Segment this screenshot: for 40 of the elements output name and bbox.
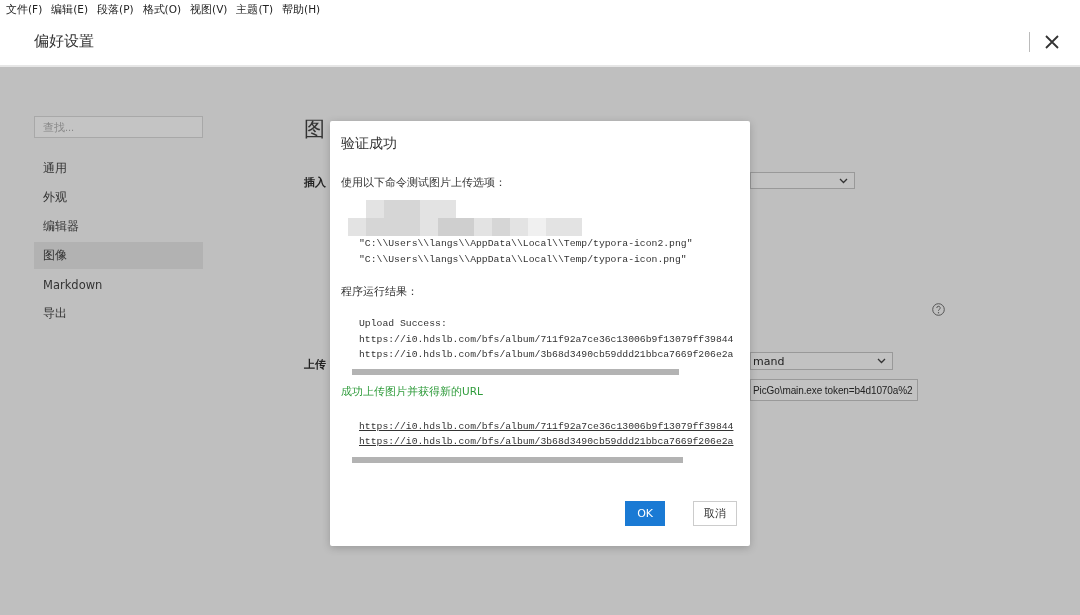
menu-item[interactable]: 编辑(E) — [51, 3, 89, 17]
setting-label: 上传 — [304, 357, 327, 372]
dialog-button[interactable]: 取消 — [693, 500, 737, 526]
horizontal-scrollbar[interactable] — [352, 456, 683, 463]
help-icon[interactable] — [932, 303, 945, 316]
code-line: https://i0.hdslb.com/bfs/album/711f92a7ce36c13006b9f13079ff39844 — [359, 332, 735, 347]
url-link[interactable]: https://i0.hdslb.com/bfs/album/3b68d3490cb59ddd21bbca7669f206e2a — [359, 434, 739, 450]
close-button[interactable] — [1044, 33, 1060, 50]
menu-item[interactable]: 主题(T) — [236, 3, 274, 17]
code-line: "C:\\Users\\langs\\AppData\\Local\\Temp/typora-icon.png" — [359, 252, 688, 267]
sidebar-item[interactable]: 外观 — [34, 184, 203, 211]
sidebar-item[interactable]: 图像 — [34, 242, 203, 269]
menu-item[interactable]: 视图(V) — [190, 3, 228, 17]
code-line: Upload Success: — [359, 317, 448, 331]
success-message: 成功上传图片并获得新的URL — [341, 384, 484, 399]
section-heading: 图 — [304, 116, 326, 142]
menu-item[interactable]: 文件(F) — [6, 3, 43, 17]
sidebar-item[interactable]: 导出 — [34, 300, 203, 327]
command-field[interactable]: PicGo\main.exe token=b4d1070a%2 — [750, 379, 918, 401]
dialog-title: 验证成功 — [341, 135, 398, 153]
sidebar-item[interactable]: 编辑器 — [34, 213, 203, 240]
code-line: "C:\\Users\\langs\\AppData\\Local\\Temp/typora-icon2.png" — [359, 237, 694, 251]
chevron-down-icon — [877, 358, 886, 364]
url-link[interactable]: https://i0.hdslb.com/bfs/album/711f92a7ce36c13006b9f13079ff39844 — [359, 418, 739, 434]
menu-item[interactable]: 帮助(H) — [282, 3, 321, 17]
horizontal-scrollbar[interactable] — [352, 368, 679, 375]
menu-item[interactable]: 格式(O) — [142, 3, 182, 17]
dropdown[interactable]: mand — [750, 352, 893, 370]
sidebar-item[interactable]: 通用 — [34, 155, 203, 182]
chevron-down-icon — [839, 177, 848, 184]
prompt-text: 使用以下命令测试图片上传选项： — [341, 176, 507, 190]
dialog-button[interactable]: OK — [625, 500, 665, 526]
result-label: 程序运行结果： — [341, 285, 419, 299]
setting-label: 插入 — [304, 175, 327, 190]
code-line: https://i0.hdslb.com/bfs/album/3b68d3490cb59ddd21bbca7669f206e2a — [359, 348, 735, 362]
search-field[interactable]: 查找... — [34, 116, 203, 138]
window-title: 偏好设置 — [34, 32, 95, 51]
sidebar-item[interactable]: Markdown — [34, 271, 203, 298]
dropdown[interactable] — [750, 172, 855, 189]
menu-item[interactable]: 段落(P) — [97, 3, 134, 17]
